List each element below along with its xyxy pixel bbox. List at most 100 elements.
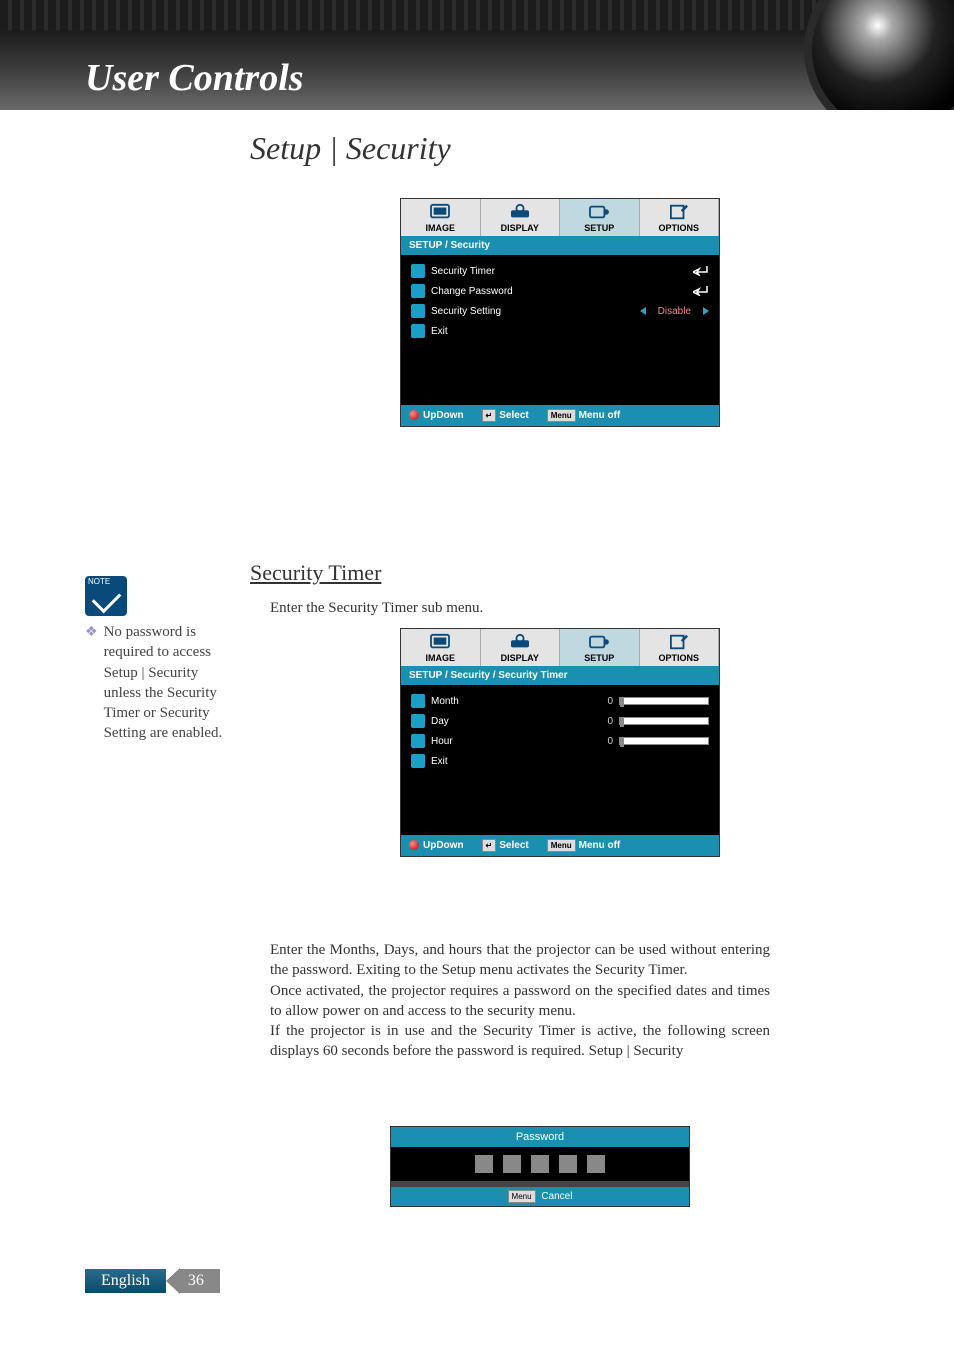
password-dialog: Password Menu Cancel <box>390 1126 690 1207</box>
password-slot[interactable] <box>475 1155 493 1173</box>
hint-updown: UpDown <box>409 840 464 851</box>
osd-footer: UpDown ↵Select MenuMenu off <box>401 405 719 426</box>
body-paragraphs: Enter the Months, Days, and hours that t… <box>270 940 770 1062</box>
password-title: Password <box>391 1127 689 1147</box>
hour-value: 0 <box>593 736 613 747</box>
red-dot-icon <box>409 840 419 850</box>
password-footer: Menu Cancel <box>391 1181 689 1206</box>
osd-security-menu: IMAGE DISPLAY SETUP OPTIONS SETUP / Secu… <box>400 198 720 427</box>
arrow-left-icon[interactable] <box>640 307 646 315</box>
tab-options[interactable]: OPTIONS <box>640 629 720 666</box>
tab-display[interactable]: DISPLAY <box>481 629 561 666</box>
banner-title: User Controls <box>85 56 304 100</box>
hint-select: ↵Select <box>482 839 529 852</box>
password-cancel[interactable]: Cancel <box>541 1191 572 1202</box>
row-label: Day <box>431 716 587 727</box>
calendar-day-icon <box>411 714 425 728</box>
exit-icon <box>411 754 425 768</box>
row-label: Exit <box>431 326 709 337</box>
osd-footer: UpDown ↵Select MenuMenu off <box>401 835 719 856</box>
day-slider[interactable] <box>619 717 709 725</box>
tab-image[interactable]: IMAGE <box>401 199 481 236</box>
calendar-month-icon <box>411 694 425 708</box>
month-value: 0 <box>593 696 613 707</box>
hint-select: ↵Select <box>482 409 529 422</box>
tab-setup-label: SETUP <box>584 653 614 663</box>
tab-options[interactable]: OPTIONS <box>640 199 720 236</box>
tab-options-label: OPTIONS <box>658 653 699 663</box>
osd-tabs: IMAGE DISPLAY SETUP OPTIONS <box>401 629 719 666</box>
menu-key-icon: Menu <box>547 409 576 422</box>
timer-icon <box>411 264 425 278</box>
osd-breadcrumb: SETUP / Security / Security Timer <box>401 666 719 685</box>
page-footer: English 36 <box>85 1268 220 1294</box>
osd-breadcrumb: SETUP / Security <box>401 236 719 255</box>
osd-body: Security Timer Change Password Security … <box>401 255 719 405</box>
password-slot[interactable] <box>503 1155 521 1173</box>
hint-updown: UpDown <box>409 410 464 421</box>
red-dot-icon <box>409 410 419 420</box>
hour-slider[interactable] <box>619 737 709 745</box>
security-setting-value: Disable <box>658 306 691 317</box>
day-value: 0 <box>593 716 613 727</box>
row-hour[interactable]: Hour 0 <box>411 731 709 751</box>
hint-menuoff: MenuMenu off <box>547 839 621 852</box>
setup-icon <box>588 203 610 221</box>
projector-icon <box>509 633 531 651</box>
osd-security-timer-menu: IMAGE DISPLAY SETUP OPTIONS SETUP / Secu… <box>400 628 720 857</box>
row-label: Hour <box>431 736 587 747</box>
row-security-timer[interactable]: Security Timer <box>411 261 709 281</box>
enter-key-icon: ↵ <box>482 409 497 422</box>
body-p3: Once activated, the projector requires a… <box>270 983 770 1019</box>
exit-icon <box>411 324 425 338</box>
row-security-setting[interactable]: Security Setting Disable <box>411 301 709 321</box>
password-icon <box>411 284 425 298</box>
row-exit[interactable]: Exit <box>411 321 709 341</box>
tab-display[interactable]: DISPLAY <box>481 199 561 236</box>
tab-setup-label: SETUP <box>584 223 614 233</box>
footer-page-number: 36 <box>180 1269 220 1293</box>
projector-icon <box>509 203 531 221</box>
tab-options-label: OPTIONS <box>658 223 699 233</box>
row-month[interactable]: Month 0 <box>411 691 709 711</box>
tab-setup[interactable]: SETUP <box>560 199 640 236</box>
banner-stripe: User Controls <box>0 0 954 110</box>
tab-display-label: DISPLAY <box>501 223 539 233</box>
tab-setup[interactable]: SETUP <box>560 629 640 666</box>
osd-body: Month 0 Day 0 Hour 0 Exit <box>401 685 719 835</box>
options-icon <box>668 633 690 651</box>
row-day[interactable]: Day 0 <box>411 711 709 731</box>
tab-image[interactable]: IMAGE <box>401 629 481 666</box>
row-label: Security Setting <box>431 306 634 317</box>
body-p2: Enter the Months, Days, and hours that t… <box>270 942 770 978</box>
key-icon <box>411 304 425 318</box>
clock-icon <box>411 734 425 748</box>
password-slots <box>391 1147 689 1181</box>
body-p4: If the projector is in use and the Secur… <box>270 1023 770 1059</box>
osd-tabs: IMAGE DISPLAY SETUP OPTIONS <box>401 199 719 236</box>
note-text: No password is required to access Setup … <box>104 622 235 744</box>
hint-menuoff: MenuMenu off <box>547 409 621 422</box>
password-slot[interactable] <box>531 1155 549 1173</box>
note-box: NOTE ❖ No password is required to access… <box>85 576 235 744</box>
setup-icon <box>588 633 610 651</box>
arrow-right-icon[interactable] <box>703 307 709 315</box>
menu-key-icon: Menu <box>547 839 576 852</box>
row-label: Exit <box>431 756 709 767</box>
lens-graphic <box>804 0 954 110</box>
note-badge: NOTE <box>85 576 127 616</box>
monitor-icon <box>429 203 451 221</box>
password-slot[interactable] <box>559 1155 577 1173</box>
enter-icon <box>693 286 709 296</box>
note-badge-label: NOTE <box>88 577 110 586</box>
body-p1: Enter the Security Timer sub menu. <box>270 598 730 618</box>
enter-key-icon: ↵ <box>482 839 497 852</box>
tab-display-label: DISPLAY <box>501 653 539 663</box>
password-slot[interactable] <box>587 1155 605 1173</box>
row-label: Security Timer <box>431 266 687 277</box>
row-exit[interactable]: Exit <box>411 751 709 771</box>
enter-icon <box>693 266 709 276</box>
month-slider[interactable] <box>619 697 709 705</box>
row-label: Change Password <box>431 286 687 297</box>
row-change-password[interactable]: Change Password <box>411 281 709 301</box>
